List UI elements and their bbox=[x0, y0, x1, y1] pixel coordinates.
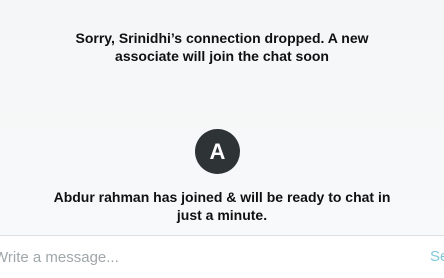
agent-joined-notice: Abdur rahman has joined & will be ready … bbox=[0, 188, 444, 224]
send-button[interactable]: Send bbox=[430, 244, 444, 270]
message-input[interactable] bbox=[0, 244, 394, 270]
chat-transcript: Sorry, Srinidhi’s connection dropped. A … bbox=[0, 0, 444, 235]
message-composer: Send bbox=[0, 235, 444, 278]
agent-avatar-initial: A bbox=[209, 139, 226, 164]
agent-avatar: A bbox=[195, 129, 240, 174]
agent-joined-text: Abdur rahman has joined & will be ready … bbox=[53, 189, 391, 223]
connection-dropped-text: Sorry, Srinidhi’s connection dropped. A … bbox=[75, 30, 369, 64]
connection-dropped-notice: Sorry, Srinidhi’s connection dropped. A … bbox=[0, 29, 444, 65]
